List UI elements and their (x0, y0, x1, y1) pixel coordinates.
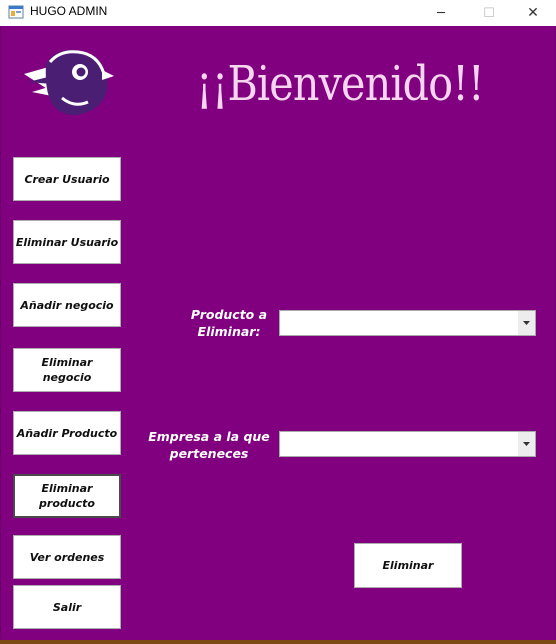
welcome-heading: ¡¡Bienvenido!! (196, 56, 485, 112)
company-label-line2: perteneces (169, 446, 249, 461)
product-select[interactable] (279, 310, 536, 336)
eliminar-producto-button[interactable]: Eliminar producto (13, 474, 121, 518)
chevron-down-icon[interactable] (518, 311, 535, 335)
close-button[interactable]: ✕ (510, 0, 556, 26)
window-bottom-border (0, 640, 556, 644)
minimize-button[interactable]: ─ (418, 0, 464, 26)
close-icon: ✕ (527, 5, 539, 21)
eliminar-button[interactable]: Eliminar (354, 543, 462, 588)
minimize-icon: ─ (437, 5, 445, 21)
maximize-icon: ☐ (483, 5, 495, 21)
salir-button[interactable]: Salir (13, 585, 121, 629)
product-label-line2: Eliminar: (197, 324, 261, 339)
crear-usuario-button[interactable]: Crear Usuario (13, 157, 121, 201)
anadir-negocio-button[interactable]: Añadir negocio (13, 283, 121, 327)
company-select[interactable] (279, 431, 536, 457)
bird-logo-icon (24, 49, 114, 115)
anadir-producto-button[interactable]: Añadir Producto (13, 411, 121, 455)
maximize-button[interactable]: ☐ (466, 0, 512, 26)
chevron-down-icon[interactable] (518, 432, 535, 456)
window-title: HUGO ADMIN (30, 4, 108, 18)
company-label-line1: Empresa a la que (148, 429, 270, 444)
eliminar-negocio-button[interactable]: Eliminar negocio (13, 348, 121, 392)
ver-ordenes-button[interactable]: Ver ordenes (13, 535, 121, 579)
eliminar-usuario-button[interactable]: Eliminar Usuario (13, 220, 121, 264)
company-label: Empresa a la que perteneces (146, 428, 272, 462)
title-bar: HUGO ADMIN ─ ☐ ✕ (0, 0, 556, 26)
product-label: Producto a Eliminar: (188, 306, 270, 340)
product-label-line1: Producto a (190, 307, 268, 322)
window-app-icon (8, 5, 24, 19)
